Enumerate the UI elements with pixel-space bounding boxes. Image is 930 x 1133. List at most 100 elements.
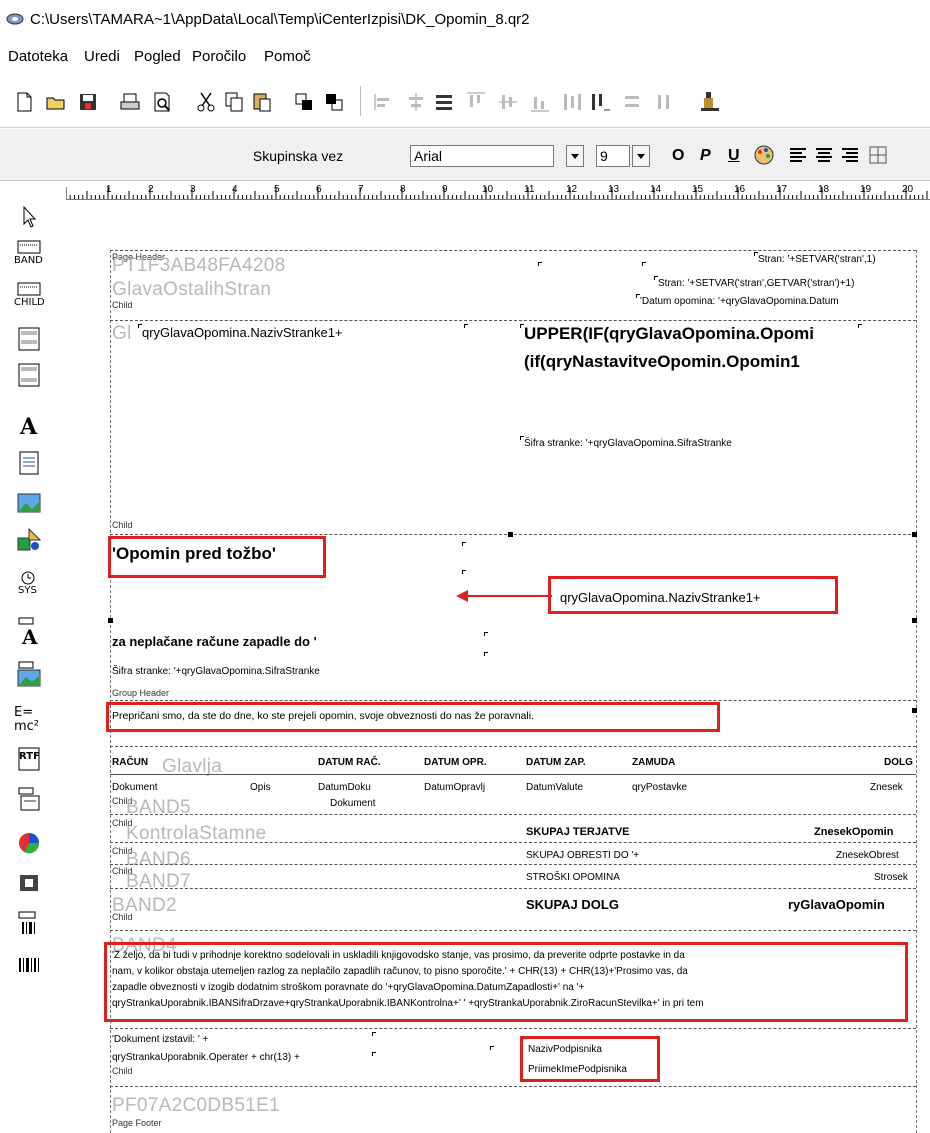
field-znesek-opomin[interactable]: ZnesekOpomin: [814, 826, 893, 838]
open-icon[interactable]: [44, 90, 68, 114]
field-glava-opomin[interactable]: ryGlavaOpomin: [788, 897, 885, 912]
group-link-button[interactable]: Skupinska vez: [230, 143, 366, 169]
text-align-right-icon[interactable]: [838, 143, 862, 167]
field-strosek[interactable]: Strosek: [874, 872, 908, 883]
print-icon[interactable]: [118, 90, 142, 114]
bold-button[interactable]: O: [672, 146, 684, 166]
field-upper-opomin[interactable]: UPPER(IF(qryGlavaOpomina.Opomi: [524, 324, 814, 344]
font-size-dropdown-icon[interactable]: [632, 145, 650, 167]
menu-file[interactable]: Datoteka: [8, 48, 68, 65]
field-operater[interactable]: qryStrankaUporabnik.Operater + chr(13) +: [112, 1052, 300, 1063]
pointer-icon[interactable]: [16, 204, 42, 230]
font-dropdown-icon[interactable]: [566, 145, 584, 167]
align-center-icon[interactable]: [404, 90, 428, 114]
band4-text-line[interactable]: nam, v kolikor obstaja utemeljen razlog …: [112, 966, 688, 977]
field-za-neplacane[interactable]: za neplačane račune zapadle do ': [112, 634, 317, 649]
menu-edit[interactable]: Uredi: [84, 48, 120, 65]
field-dokument-izstavil[interactable]: 'Dokument izstavil: ' +: [112, 1034, 208, 1045]
db-text-icon[interactable]: A: [16, 616, 42, 649]
report-canvas[interactable]: Page Header PT1F3AB48FA4208 Stran: '+SET…: [66, 200, 930, 1133]
field-datum-opomina[interactable]: 'Datum opomina: '+qryGlavaOpomina.Datum: [640, 296, 839, 307]
dock-icon[interactable]: [698, 90, 722, 114]
same-height-icon[interactable]: [652, 90, 676, 114]
same-width-icon[interactable]: [620, 90, 644, 114]
col-header-zamuda[interactable]: ZAMUDA: [632, 757, 675, 768]
cell-znesek[interactable]: Znesek: [870, 782, 903, 793]
field-stran[interactable]: Stran: '+SETVAR('stran',1): [758, 254, 876, 265]
color-palette-icon[interactable]: [752, 143, 776, 167]
selection-handle[interactable]: [912, 532, 917, 537]
align-middle-icon[interactable]: [496, 90, 520, 114]
cell-dokument[interactable]: Dokument: [112, 782, 158, 793]
italic-button[interactable]: P: [700, 146, 711, 166]
band4-text-line[interactable]: 'Z željo, da bi tudi v prihodnje korektn…: [112, 950, 685, 961]
field-stran-next[interactable]: Stran: '+SETVAR('stran',GETVAR('stran')+…: [658, 278, 854, 289]
child-band-icon[interactable]: [16, 282, 42, 296]
group-header-icon[interactable]: [16, 326, 42, 352]
cell-datum-doku[interactable]: DatumDoku: [318, 782, 371, 793]
align-left-icon[interactable]: [372, 90, 396, 114]
band4-text-line[interactable]: zapadle obveznosti v izogib dodatnim str…: [112, 982, 584, 993]
field-skupaj-dolg[interactable]: SKUPAJ DOLG: [526, 897, 619, 912]
barcode-band-icon[interactable]: [16, 910, 42, 936]
band4-text-line[interactable]: qryStrankaUporabnik.IBANSifraDrzave+qryS…: [112, 998, 704, 1009]
db-image-icon[interactable]: [16, 660, 42, 687]
cell-opis[interactable]: Opis: [250, 782, 271, 793]
image-icon[interactable]: [16, 490, 42, 516]
col-header-datum-zap[interactable]: DATUM ZAP.: [526, 757, 586, 768]
memo-icon[interactable]: [16, 450, 42, 476]
chart-icon[interactable]: [16, 830, 42, 856]
paste-icon[interactable]: [250, 90, 274, 114]
bring-front-icon[interactable]: [292, 90, 316, 114]
group-footer-icon[interactable]: [16, 362, 42, 388]
field-sifra-stranke[interactable]: Šifra stranke: '+qryGlavaOpomina.SifraSt…: [524, 438, 732, 449]
preview-icon[interactable]: [150, 90, 174, 114]
new-icon[interactable]: [12, 90, 36, 114]
band-icon[interactable]: [16, 240, 42, 254]
selection-handle[interactable]: [912, 618, 917, 623]
shape-icon[interactable]: [16, 526, 42, 552]
ruler-label: 17: [776, 184, 788, 195]
menu-help[interactable]: Pomoč: [264, 48, 311, 65]
barcode-icon[interactable]: [16, 952, 42, 978]
field-sifra-stranke-2[interactable]: Šifra stranke: '+qryGlavaOpomina.SifraSt…: [112, 666, 320, 677]
align-space-icon[interactable]: [432, 90, 456, 114]
send-back-icon[interactable]: [322, 90, 346, 114]
field-skupaj-terjatve[interactable]: SKUPAJ TERJATVE: [526, 826, 630, 838]
copy-icon[interactable]: [222, 90, 246, 114]
frame-icon[interactable]: [866, 143, 890, 167]
field-nastavitve-opomin[interactable]: (if(qryNastavitveOpomin.Opomin1: [524, 352, 800, 372]
font-size-combo[interactable]: 9: [596, 145, 630, 167]
align-top-icon[interactable]: [464, 90, 488, 114]
field-znesek-obresti[interactable]: ZnesekObrest: [836, 850, 899, 861]
field-stroski-opomina[interactable]: STROŠKI OPOMINA: [526, 872, 620, 883]
space-vertical-icon[interactable]: [560, 90, 584, 114]
text-align-left-icon[interactable]: [786, 143, 810, 167]
col-header-datum-opr[interactable]: DATUM OPR.: [424, 757, 487, 768]
size-icon[interactable]: [588, 90, 612, 114]
cell-qry-postavke[interactable]: qryPostavke: [632, 782, 687, 793]
selection-handle[interactable]: [108, 618, 113, 623]
col-header-dolg[interactable]: DOLG: [884, 757, 913, 768]
font-combo[interactable]: Arial: [410, 145, 554, 167]
selection-handle[interactable]: [508, 532, 513, 537]
save-icon[interactable]: [76, 90, 100, 114]
db-rtf-icon[interactable]: [16, 786, 42, 812]
label-icon[interactable]: A: [16, 412, 42, 440]
text-align-center-icon[interactable]: [812, 143, 836, 167]
field-skupaj-obresti[interactable]: SKUPAJ OBRESTI DO '+: [526, 850, 639, 861]
richtext-icon[interactable]: [16, 870, 42, 896]
underline-button[interactable]: U: [728, 146, 740, 166]
child-label: CHILD: [14, 297, 45, 308]
menu-view[interactable]: Pogled: [134, 48, 181, 65]
col-header-datum-rac[interactable]: DATUM RAČ.: [318, 757, 381, 768]
menu-report[interactable]: Poročilo: [192, 48, 246, 65]
align-bottom-icon[interactable]: [528, 90, 552, 114]
selection-handle[interactable]: [912, 708, 917, 713]
col-header-racun[interactable]: RAČUN: [112, 757, 148, 768]
cut-icon[interactable]: [194, 90, 218, 114]
cell-datum-opravlj[interactable]: DatumOpravlj: [424, 782, 485, 793]
cell-datum-valute[interactable]: DatumValute: [526, 782, 583, 793]
field-naziv-stranke[interactable]: qryGlavaOpomina.NazivStranke1+: [142, 325, 343, 340]
cell-dokument-2[interactable]: Dokument: [330, 798, 376, 809]
